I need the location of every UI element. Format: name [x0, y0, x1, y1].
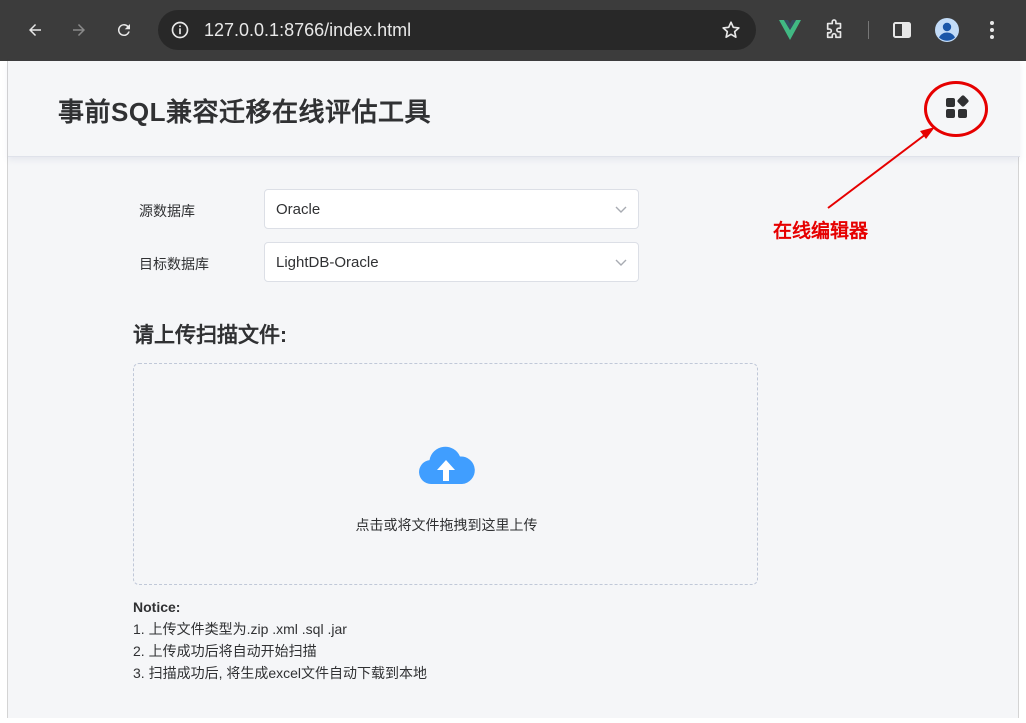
extensions-puzzle-icon — [826, 19, 842, 39]
browser-toolbar: 127.0.0.1:8766/index.html — [0, 0, 1026, 61]
annotation-label: 在线编辑器 — [773, 221, 869, 242]
forward-button[interactable] — [64, 14, 94, 46]
bookmark-star-icon[interactable] — [720, 19, 742, 41]
notice-item: 3. 扫描成功后, 将生成excel文件自动下载到本地 — [133, 665, 428, 681]
source-db-value: Oracle — [276, 201, 321, 218]
source-db-select[interactable]: Oracle — [264, 189, 639, 229]
profile-avatar-icon — [935, 18, 959, 42]
extensions-button[interactable] — [821, 16, 849, 44]
vue-devtools-icon — [779, 20, 801, 40]
upload-hint: 点击或将文件拖拽到这里上传 — [355, 517, 538, 533]
back-button[interactable] — [20, 14, 50, 46]
arrow-left-icon — [29, 24, 41, 36]
reload-button[interactable] — [109, 14, 139, 46]
kebab-menu-icon — [990, 21, 994, 39]
site-info-icon[interactable] — [170, 20, 190, 40]
cloud-upload-icon — [419, 446, 475, 484]
target-db-label: 目标数据库 — [139, 256, 209, 272]
annotation-circle — [924, 81, 988, 137]
address-bar[interactable]: 127.0.0.1:8766/index.html — [158, 10, 756, 50]
notice-item: 1. 上传文件类型为.zip .xml .sql .jar — [133, 621, 347, 637]
target-db-value: LightDB-Oracle — [276, 254, 379, 271]
vue-devtools-button[interactable] — [776, 16, 804, 44]
reload-icon — [117, 24, 130, 37]
notice-block: Notice: 1. 上传文件类型为.zip .xml .sql .jar 2.… — [133, 596, 427, 684]
target-db-select[interactable]: LightDB-Oracle — [264, 242, 639, 282]
arrow-right-icon — [73, 24, 85, 36]
toolbar-divider — [868, 21, 869, 39]
chevron-down-icon — [615, 206, 627, 213]
source-db-label: 源数据库 — [139, 203, 195, 219]
page-title: 事前SQL兼容迁移在线评估工具 — [58, 97, 431, 127]
browser-menu-button[interactable] — [978, 16, 1006, 44]
page-viewport: 事前SQL兼容迁移在线评估工具 在线编辑器 源数据库 Oracle 目标数据库 … — [7, 61, 1020, 718]
chevron-down-icon — [615, 259, 627, 266]
upload-section-title: 请上传扫描文件: — [133, 324, 287, 347]
notice-item: 2. 上传成功后将自动开始扫描 — [133, 643, 317, 659]
side-panel-icon — [893, 22, 911, 38]
app-header: 事前SQL兼容迁移在线评估工具 — [8, 61, 1020, 157]
url-text[interactable]: 127.0.0.1:8766/index.html — [204, 20, 411, 41]
upload-dropzone[interactable]: 点击或将文件拖拽到这里上传 — [133, 363, 758, 585]
notice-title: Notice: — [133, 599, 181, 615]
profile-button[interactable] — [933, 16, 961, 44]
side-panel-button[interactable] — [888, 16, 916, 44]
window-bottom-edge — [0, 718, 1026, 723]
